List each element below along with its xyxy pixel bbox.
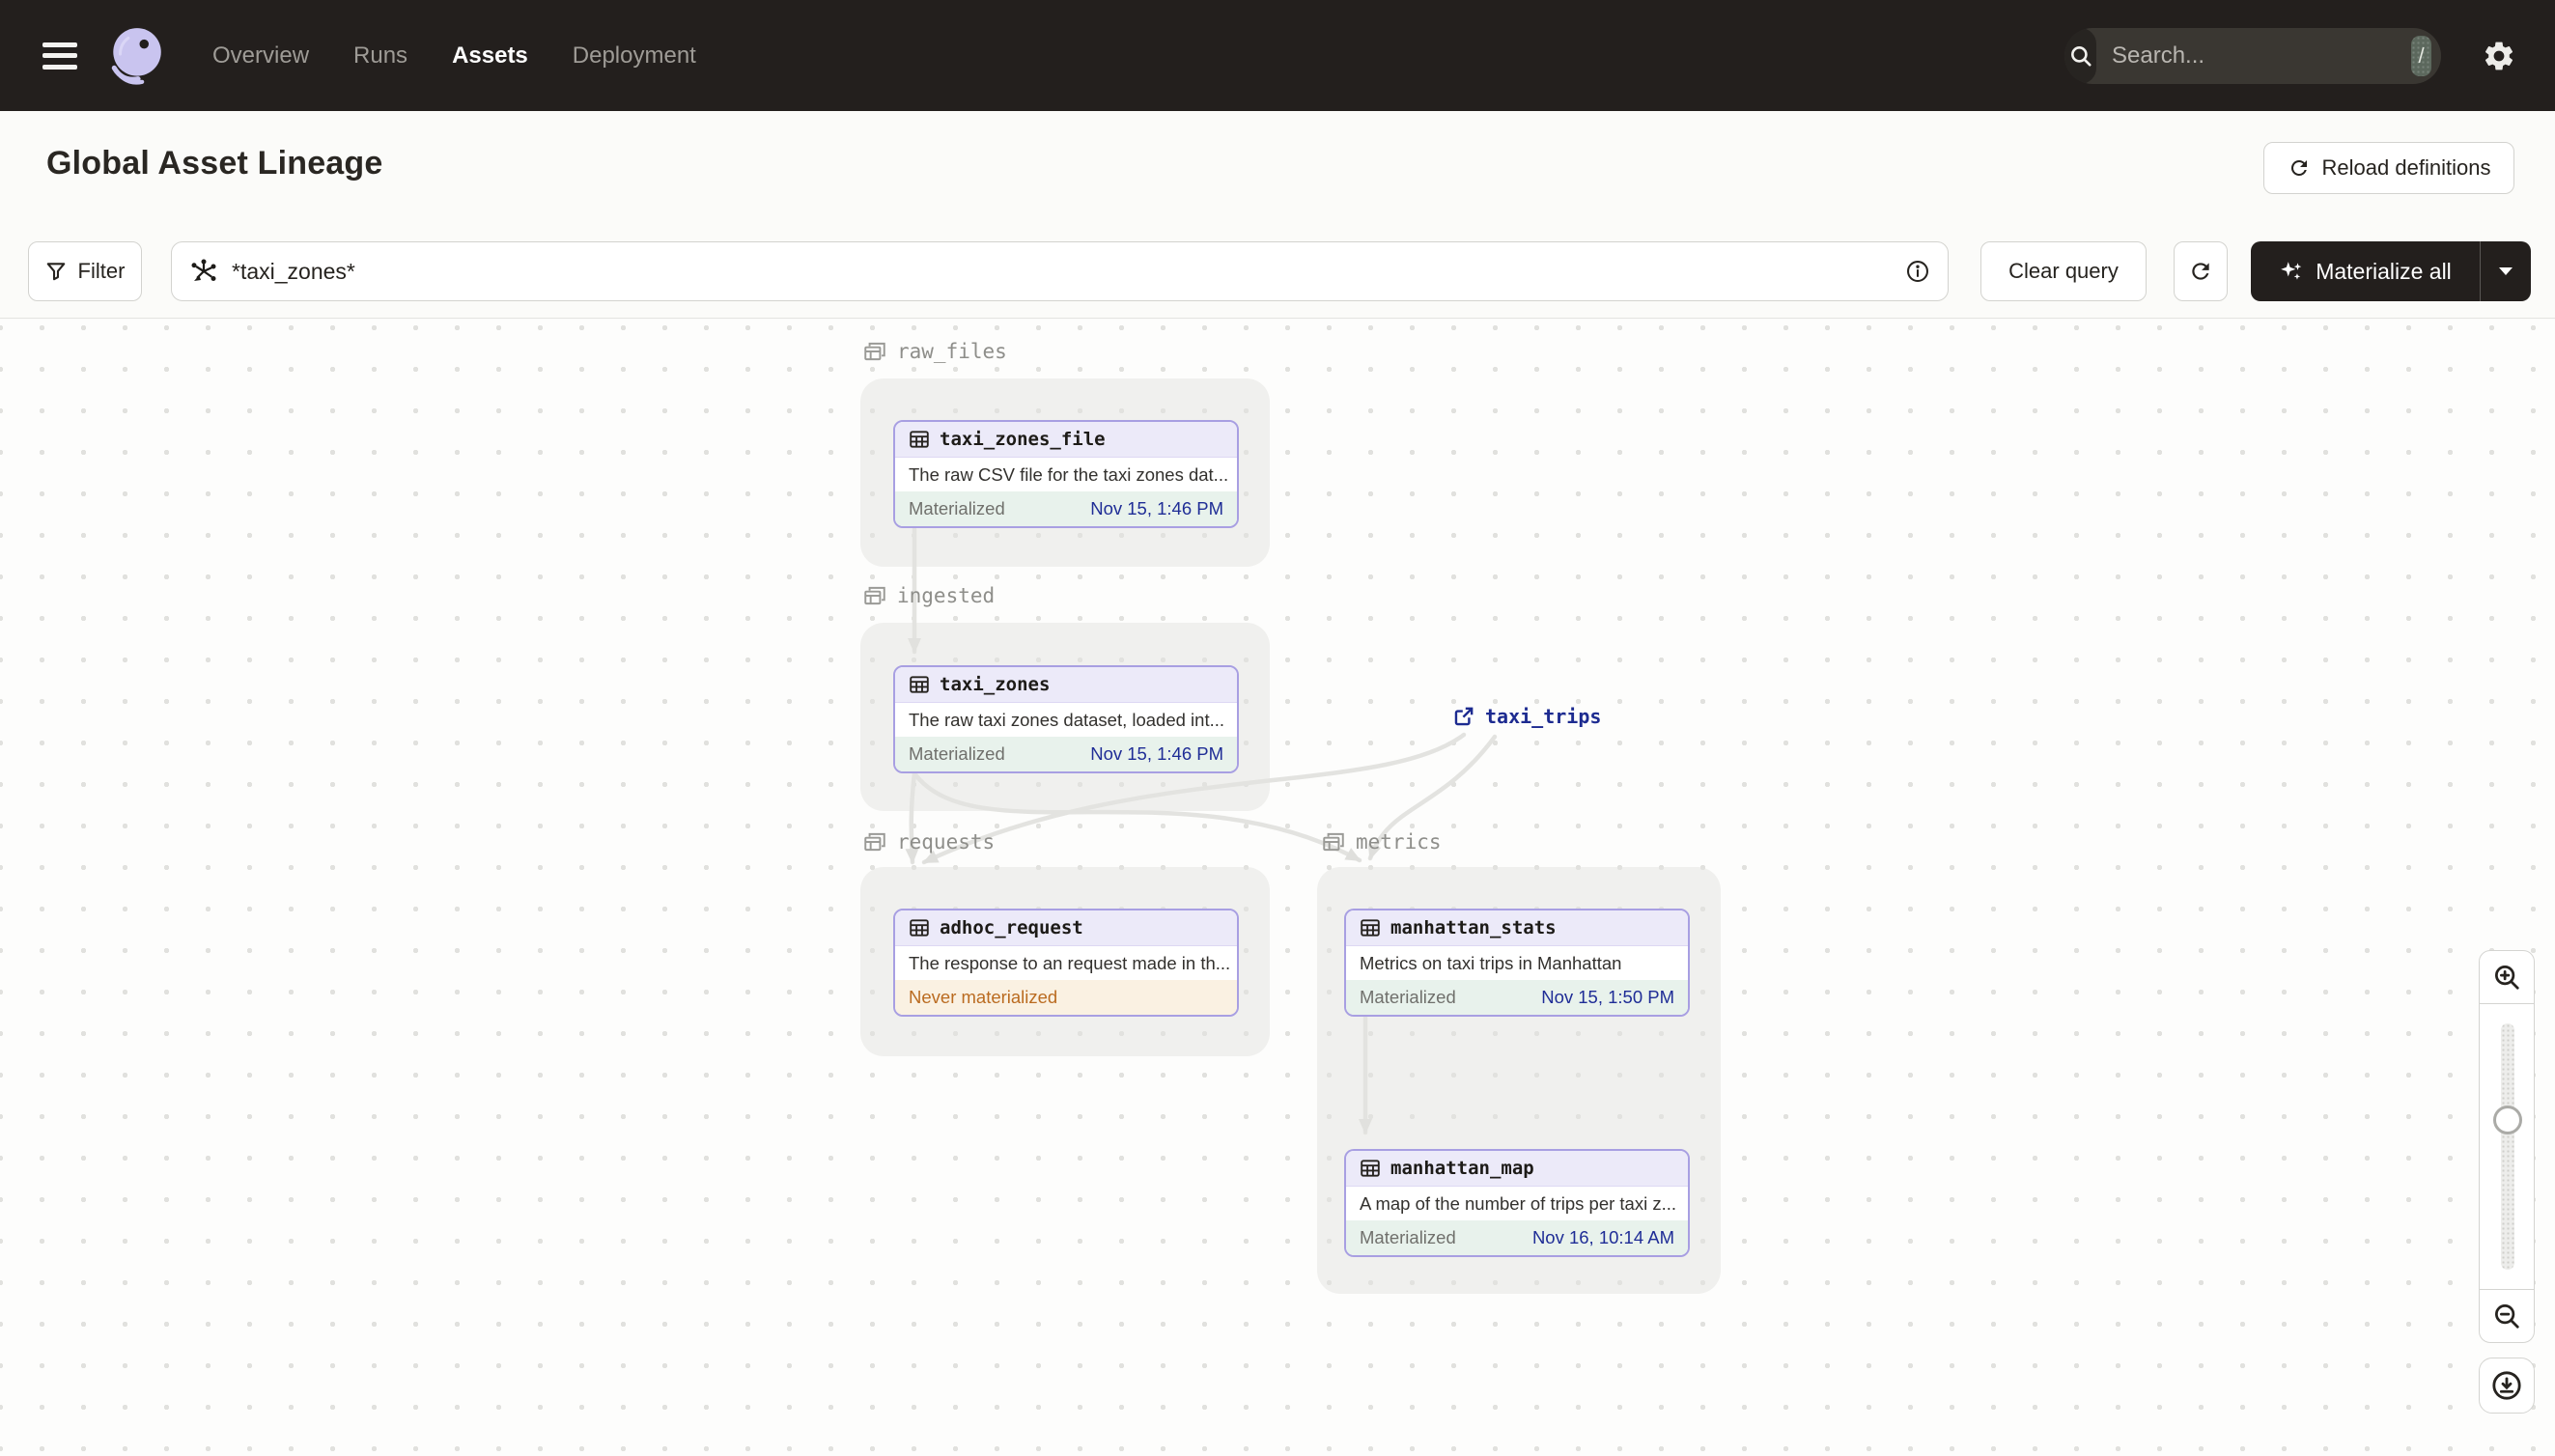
group-name: requests — [897, 830, 996, 854]
asset-name: manhattan_stats — [1390, 916, 1557, 938]
asset-node-adhoc-request[interactable]: adhoc_request The response to an request… — [893, 909, 1239, 1017]
materialize-dropdown-caret[interactable] — [2481, 241, 2531, 301]
group-label-raw-files[interactable]: raw_files — [862, 339, 1007, 364]
table-icon — [910, 431, 929, 448]
stacked-tables-icon — [864, 586, 885, 605]
hamburger-menu-icon[interactable] — [42, 42, 77, 70]
asset-name: adhoc_request — [940, 916, 1083, 938]
refresh-button[interactable] — [2174, 241, 2228, 301]
stacked-tables-icon — [864, 342, 885, 361]
materialize-all-button[interactable]: Materialize all — [2251, 241, 2531, 301]
sparkle-icon — [2281, 262, 2302, 280]
zoom-slider-track[interactable] — [2501, 1023, 2514, 1270]
lineage-toolbar: Filter Clear query — [0, 212, 2555, 319]
page-title: Global Asset Lineage — [46, 145, 383, 182]
status-timestamp[interactable]: Nov 16, 10:14 AM — [1532, 1227, 1674, 1248]
search-icon — [2064, 27, 2096, 84]
asset-description: Metrics on taxi trips in Manhattan — [1360, 952, 1622, 973]
nav-item-overview[interactable]: Overview — [212, 42, 309, 70]
asset-status-row: Never materialized — [895, 980, 1237, 1015]
nav-item-assets[interactable]: Assets — [452, 42, 528, 70]
status-label: Never materialized — [909, 987, 1058, 1008]
zoom-in-button[interactable] — [2479, 950, 2535, 1004]
table-icon — [910, 676, 929, 693]
nav-item-runs[interactable]: Runs — [353, 42, 407, 70]
recenter-view-button[interactable] — [2479, 1358, 2535, 1414]
op-selector-graph-icon — [191, 259, 216, 281]
materialize-all-label: Materialize all — [2316, 258, 2452, 284]
filter-label: Filter — [77, 259, 126, 283]
zoom-out-button[interactable] — [2479, 1289, 2535, 1343]
lineage-graph-canvas[interactable]: raw_files ingested requests metrics taxi… — [0, 320, 2555, 1456]
asset-status-row: Materialized Nov 16, 10:14 AM — [1346, 1220, 1688, 1255]
zoom-slider[interactable] — [2479, 1004, 2535, 1289]
status-timestamp[interactable]: Nov 15, 1:46 PM — [1090, 498, 1223, 519]
stacked-tables-icon — [864, 832, 885, 852]
asset-name: taxi_zones — [940, 673, 1051, 695]
asset-description: The raw taxi zones dataset, loaded int..… — [909, 709, 1225, 730]
asset-node-manhattan-map[interactable]: manhattan_map A map of the number of tri… — [1344, 1149, 1690, 1257]
group-name: raw_files — [897, 340, 1007, 363]
settings-gear-icon[interactable] — [2478, 35, 2520, 77]
table-icon — [1361, 1160, 1380, 1177]
asset-selection-input[interactable] — [218, 258, 1905, 285]
search-input[interactable] — [2096, 42, 2411, 70]
lineage-edges — [905, 526, 1498, 1135]
asset-node-manhattan-stats[interactable]: manhattan_stats Metrics on taxi trips in… — [1344, 909, 1690, 1017]
asset-selection-input-wrap — [171, 241, 1949, 301]
info-icon[interactable] — [1905, 259, 1930, 284]
page-header: Global Asset Lineage Reload definitions — [0, 111, 2555, 212]
status-timestamp[interactable]: Nov 15, 1:46 PM — [1090, 743, 1223, 765]
top-nav: Overview Runs Assets Deployment / — [0, 0, 2555, 111]
asset-status-row: Materialized Nov 15, 1:46 PM — [895, 491, 1237, 526]
zoom-slider-handle[interactable] — [2493, 1106, 2522, 1134]
asset-node-taxi-zones-file[interactable]: taxi_zones_file The raw CSV file for the… — [893, 420, 1239, 528]
group-label-ingested[interactable]: ingested — [862, 583, 995, 608]
status-timestamp[interactable]: Nov 15, 1:50 PM — [1541, 987, 1674, 1008]
group-label-metrics[interactable]: metrics — [1321, 829, 1442, 854]
clear-query-label: Clear query — [2008, 259, 2119, 283]
status-label: Materialized — [909, 498, 1005, 519]
external-asset-label: taxi_trips — [1485, 705, 1602, 728]
refresh-icon — [2192, 263, 2209, 280]
asset-description: The raw CSV file for the taxi zones dat.… — [909, 463, 1229, 485]
asset-node-taxi-zones[interactable]: taxi_zones The raw taxi zones dataset, l… — [893, 665, 1239, 773]
nav-item-deployment[interactable]: Deployment — [573, 42, 696, 70]
download-circle-icon — [2492, 1371, 2521, 1400]
external-link-icon — [1454, 707, 1474, 726]
funnel-icon — [46, 263, 65, 281]
reload-definitions-button[interactable]: Reload definitions — [2263, 142, 2514, 194]
zoom-controls — [2479, 950, 2535, 1414]
zoom-out-icon — [2495, 1304, 2519, 1329]
reload-definitions-label: Reload definitions — [2321, 155, 2491, 180]
status-label: Materialized — [1360, 987, 1456, 1008]
group-name: metrics — [1356, 830, 1442, 854]
search-bar[interactable]: / — [2064, 27, 2441, 84]
table-icon — [1361, 919, 1380, 937]
status-label: Materialized — [1360, 1227, 1456, 1248]
clear-query-button[interactable]: Clear query — [1980, 241, 2147, 301]
asset-status-row: Materialized Nov 15, 1:46 PM — [895, 737, 1237, 771]
asset-description: The response to an request made in th... — [909, 952, 1231, 973]
group-name: ingested — [897, 584, 996, 607]
table-icon — [910, 919, 929, 937]
external-asset-taxi-trips[interactable]: taxi_trips — [1452, 705, 1601, 728]
zoom-in-icon — [2495, 966, 2519, 990]
stacked-tables-icon — [1323, 832, 1344, 852]
asset-name: taxi_zones_file — [940, 428, 1106, 450]
asset-name: manhattan_map — [1390, 1157, 1534, 1179]
nav-links: Overview Runs Assets Deployment — [212, 42, 696, 70]
filter-button[interactable]: Filter — [28, 241, 142, 301]
group-label-requests[interactable]: requests — [862, 829, 995, 854]
asset-status-row: Materialized Nov 15, 1:50 PM — [1346, 980, 1688, 1015]
asset-description: A map of the number of trips per taxi z.… — [1360, 1192, 1677, 1214]
reload-icon — [2290, 159, 2307, 176]
status-label: Materialized — [909, 743, 1005, 765]
chevron-down-icon — [2499, 267, 2513, 275]
search-shortcut-key: / — [2411, 35, 2431, 76]
dagster-logo[interactable] — [104, 24, 168, 88]
